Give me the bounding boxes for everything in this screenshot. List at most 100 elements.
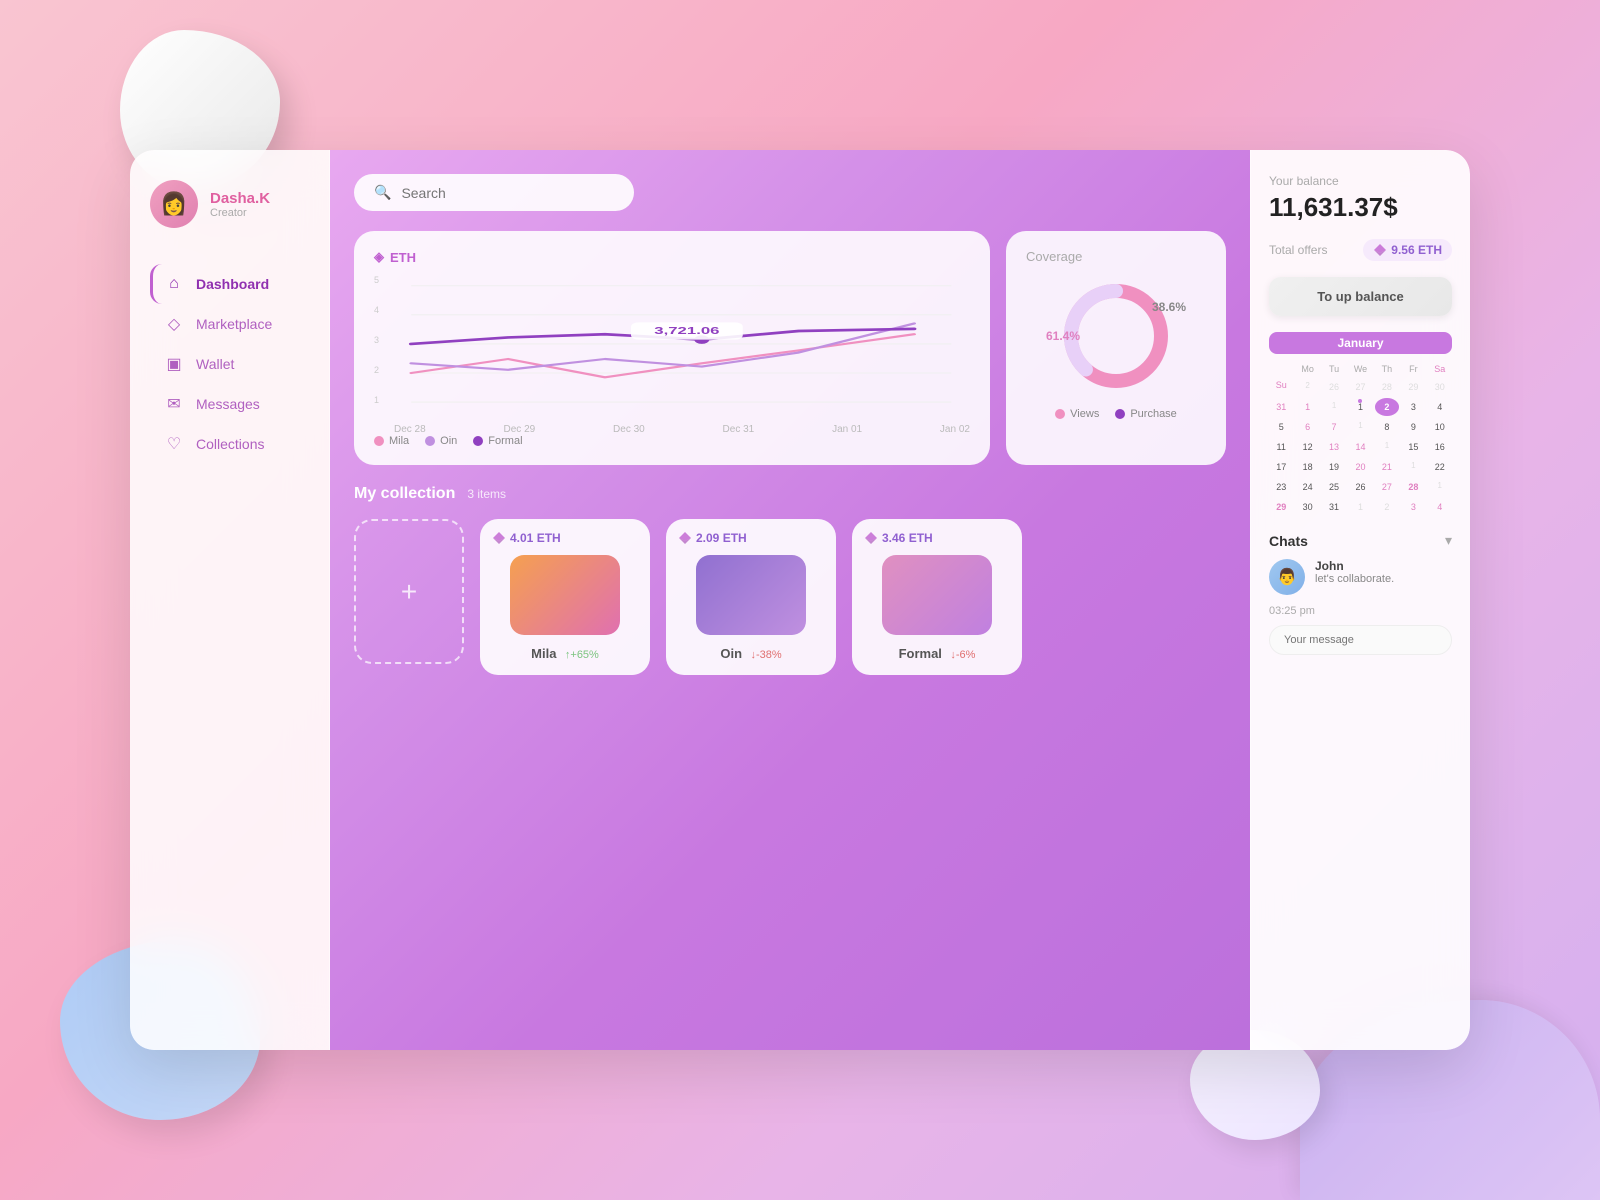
cal-day[interactable]: 2 — [1375, 498, 1399, 516]
purchase-percent: 38.6% — [1152, 300, 1186, 314]
search-bar[interactable]: 🔍 — [354, 174, 634, 211]
chat-time: 03:25 pm — [1269, 605, 1452, 617]
cal-day[interactable]: 25 — [1322, 478, 1346, 496]
cal-today[interactable]: 2 — [1375, 398, 1399, 416]
cal-day[interactable]: 12 — [1295, 438, 1319, 456]
cal-day[interactable]: 15 — [1401, 438, 1425, 456]
cal-day[interactable]: 1 — [1295, 398, 1319, 416]
cal-day[interactable]: 28 — [1375, 378, 1399, 396]
donut-chart: 61.4% 38.6% — [1056, 276, 1176, 396]
chart-area: 5 4 3 2 1 — [374, 275, 970, 425]
avatar: 👩 — [150, 180, 198, 228]
nft-card-mila[interactable]: 4.01 ETH Mila ↑+65% — [480, 519, 650, 675]
sidebar-item-label: Dashboard — [196, 276, 269, 292]
cal-day[interactable]: 29 — [1269, 498, 1293, 516]
collections-icon: ♡ — [164, 434, 184, 454]
cal-day[interactable]: 16 — [1428, 438, 1452, 456]
cal-week-num: 1 — [1375, 438, 1399, 456]
cal-day[interactable]: 27 — [1375, 478, 1399, 496]
cal-day[interactable]: 5 — [1269, 418, 1293, 436]
cal-day[interactable]: 20 — [1348, 458, 1372, 476]
nft-card-formal[interactable]: 3.46 ETH Formal ↓-6% — [852, 519, 1022, 675]
marketplace-icon: ◇ — [164, 314, 184, 334]
cal-day[interactable]: 27 — [1348, 378, 1372, 396]
cal-day[interactable]: 4 — [1428, 498, 1452, 516]
cal-day[interactable]: 6 — [1295, 418, 1319, 436]
cal-day[interactable]: 1 — [1348, 398, 1372, 416]
cal-day[interactable]: 14 — [1348, 438, 1372, 456]
cal-day[interactable]: 23 — [1269, 478, 1293, 496]
cal-su-header: Su — [1269, 378, 1293, 396]
cal-day[interactable]: 11 — [1269, 438, 1293, 456]
cal-day[interactable]: 26 — [1348, 478, 1372, 496]
coverage-legend: Views Purchase — [1026, 408, 1206, 420]
cal-day[interactable]: 31 — [1322, 498, 1346, 516]
wallet-icon: ▣ — [164, 354, 184, 374]
cal-day[interactable]: 8 — [1375, 418, 1399, 436]
search-input[interactable] — [401, 185, 614, 201]
home-icon: ⌂ — [164, 274, 184, 294]
cal-week-num: 1 — [1401, 458, 1425, 476]
message-input[interactable] — [1269, 625, 1452, 655]
sidebar-item-dashboard[interactable]: ⌂ Dashboard — [150, 264, 309, 304]
chats-title: Chats — [1269, 533, 1308, 549]
cal-day[interactable]: 3 — [1401, 398, 1425, 416]
sidebar-item-messages[interactable]: ✉ Messages — [150, 384, 309, 424]
cal-day[interactable]: 22 — [1428, 458, 1452, 476]
cal-day[interactable]: 10 — [1428, 418, 1452, 436]
cal-day[interactable]: 26 — [1322, 378, 1346, 396]
cal-day[interactable]: 3 — [1401, 498, 1425, 516]
cal-day[interactable]: 24 — [1295, 478, 1319, 496]
cal-th-header: Th — [1375, 362, 1399, 376]
cal-day[interactable]: 1 — [1348, 498, 1372, 516]
cal-week-header — [1269, 362, 1293, 376]
legend-formal: Formal — [473, 435, 522, 447]
chat-message-john: let's collaborate. — [1315, 573, 1394, 585]
chats-toggle[interactable]: ▾ — [1445, 532, 1452, 549]
right-panel: Your balance 11,631.37$ Total offers 9.5… — [1250, 150, 1470, 1050]
cal-day[interactable]: 28 — [1401, 478, 1425, 496]
eth-icon-oin — [678, 531, 692, 545]
cal-day[interactable]: 30 — [1428, 378, 1452, 396]
cal-day[interactable]: 9 — [1401, 418, 1425, 436]
oin-dot — [425, 436, 435, 446]
nft-card-oin[interactable]: 2.09 ETH Oin ↓-38% — [666, 519, 836, 675]
legend-mila: Mila — [374, 435, 409, 447]
cal-day[interactable]: 29 — [1401, 378, 1425, 396]
chart-x-labels: Dec 28 Dec 29 Dec 30 Dec 31 Jan 01 Jan 0… — [374, 424, 970, 435]
sidebar-item-collections[interactable]: ♡ Collections — [150, 424, 309, 464]
cal-day[interactable]: 30 — [1295, 498, 1319, 516]
profile-name: Dasha.K — [210, 190, 270, 207]
cal-we-header: We — [1348, 362, 1372, 376]
cal-day[interactable]: 18 — [1295, 458, 1319, 476]
views-percent: 61.4% — [1046, 329, 1080, 343]
cal-day[interactable]: 7 — [1322, 418, 1346, 436]
eth-chart-title: ◈ ETH — [374, 249, 970, 265]
eth-icon: ◈ — [374, 249, 384, 265]
calendar-month: January — [1269, 332, 1452, 354]
nft-info-oin: Oin ↓-38% — [720, 645, 781, 663]
top-up-button[interactable]: To up balance — [1269, 277, 1452, 316]
balance-amount: 11,631.37$ — [1269, 192, 1452, 223]
cal-sa-header: Sa — [1428, 362, 1452, 376]
legend-oin: Oin — [425, 435, 457, 447]
purchase-dot — [1115, 409, 1125, 419]
sidebar-item-marketplace[interactable]: ◇ Marketplace — [150, 304, 309, 344]
collection-items: + 4.01 ETH Mila ↑+65% — [354, 519, 1226, 675]
add-item-button[interactable]: + — [354, 519, 464, 664]
chat-item-john: 👨 John let's collaborate. — [1269, 559, 1452, 595]
cal-day[interactable]: 21 — [1375, 458, 1399, 476]
cal-day[interactable]: 17 — [1269, 458, 1293, 476]
sidebar-item-wallet[interactable]: ▣ Wallet — [150, 344, 309, 384]
coverage-card: Coverage 61.4% 38.6% Views — [1006, 231, 1226, 465]
chat-avatar-john: 👨 — [1269, 559, 1305, 595]
nft-info-mila: Mila ↑+65% — [531, 645, 599, 663]
cal-day[interactable]: 4 — [1428, 398, 1452, 416]
cal-day[interactable]: 19 — [1322, 458, 1346, 476]
cal-day[interactable]: 13 — [1322, 438, 1346, 456]
sidebar: 👩 Dasha.K Creator ⌂ Dashboard ◇ Marketpl… — [130, 150, 330, 1050]
profile-role: Creator — [210, 207, 270, 219]
chat-name-john: John — [1315, 559, 1394, 573]
cal-day[interactable]: 31 — [1269, 398, 1293, 416]
profile-info: Dasha.K Creator — [210, 190, 270, 219]
